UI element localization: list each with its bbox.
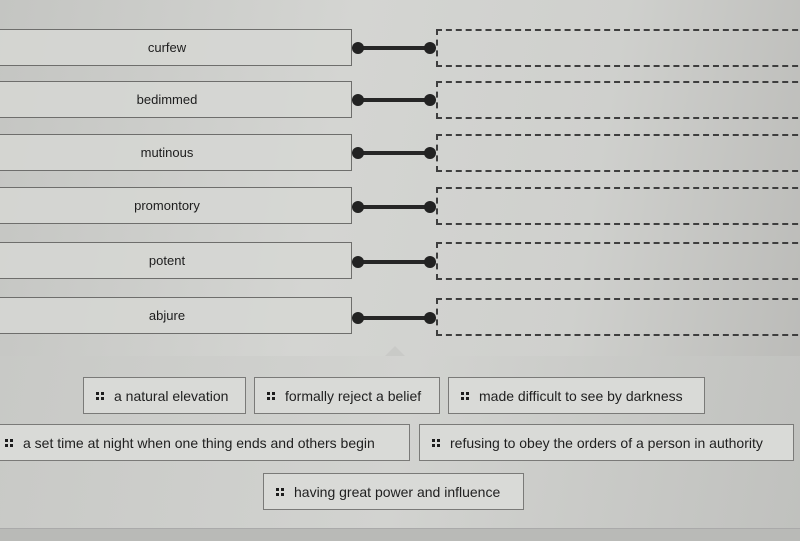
definition-chip[interactable]: formally reject a belief <box>254 377 440 414</box>
matching-area: curfew bedimmed mutinous promontory pote… <box>0 0 800 356</box>
term-label: mutinous <box>140 145 194 160</box>
drop-zone[interactable] <box>436 298 800 336</box>
drag-handle-icon <box>276 487 284 496</box>
bottom-bar <box>0 528 800 541</box>
term-box: abjure <box>0 297 352 334</box>
drag-handle-icon <box>96 391 104 400</box>
term-label: promontory <box>134 198 200 213</box>
definition-label: made difficult to see by darkness <box>479 387 683 404</box>
drag-handle-icon <box>5 438 13 447</box>
term-box: mutinous <box>0 134 352 171</box>
term-label: bedimmed <box>136 92 198 107</box>
definition-label: having great power and influence <box>294 483 501 500</box>
answer-tray: a natural elevation formally reject a be… <box>0 356 800 528</box>
term-box: potent <box>0 242 352 279</box>
connector <box>352 201 436 213</box>
term-box: promontory <box>0 187 352 224</box>
definition-label: formally reject a belief <box>285 387 422 404</box>
drop-zone[interactable] <box>436 134 800 172</box>
drop-zone[interactable] <box>436 242 800 280</box>
connector <box>352 312 436 324</box>
definition-label: a natural elevation <box>114 387 229 404</box>
connector <box>352 42 436 54</box>
definition-label: a set time at night when one thing ends … <box>23 434 375 451</box>
tray-pointer <box>385 346 405 356</box>
connector <box>352 94 436 106</box>
drop-zone[interactable] <box>436 81 800 119</box>
definition-chip[interactable]: a natural elevation <box>83 377 246 414</box>
term-label: potent <box>148 253 186 268</box>
term-label: curfew <box>147 40 187 55</box>
term-box: curfew <box>0 29 352 66</box>
drop-zone[interactable] <box>436 29 800 67</box>
connector <box>352 147 436 159</box>
term-box: bedimmed <box>0 81 352 118</box>
definition-chip[interactable]: a set time at night when one thing ends … <box>0 424 410 461</box>
definition-chip[interactable]: refusing to obey the orders of a person … <box>419 424 794 461</box>
drag-handle-icon <box>432 438 440 447</box>
definition-chip[interactable]: having great power and influence <box>263 473 524 510</box>
definition-label: refusing to obey the orders of a person … <box>450 434 763 451</box>
drag-handle-icon <box>267 391 275 400</box>
connector <box>352 256 436 268</box>
definition-chip[interactable]: made difficult to see by darkness <box>448 377 705 414</box>
term-label: abjure <box>148 308 186 323</box>
drag-handle-icon <box>461 391 469 400</box>
drop-zone[interactable] <box>436 187 800 225</box>
